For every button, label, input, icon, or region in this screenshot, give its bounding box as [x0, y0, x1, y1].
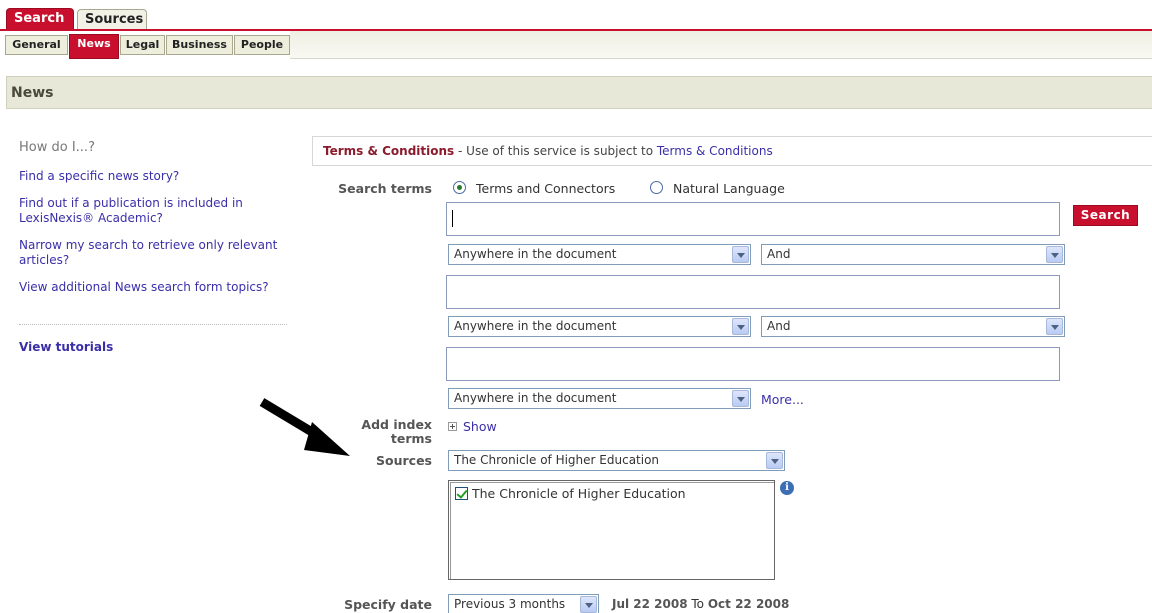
subtab-legal[interactable]: Legal	[120, 35, 165, 55]
show-index-terms-toggle[interactable]: Show	[448, 419, 497, 434]
text-caret	[452, 210, 453, 227]
field-select-1-value: Anywhere in the document	[454, 247, 617, 261]
subtab-news[interactable]: News	[69, 34, 119, 59]
search-button[interactable]: Search	[1073, 205, 1138, 226]
source-checkbox[interactable]	[455, 487, 468, 500]
sources-select[interactable]: The Chronicle of Higher Education	[448, 450, 785, 471]
help-link-publication[interactable]: Find out if a publication is included in…	[19, 196, 281, 226]
terms-link[interactable]: Terms & Conditions	[657, 144, 773, 158]
chevron-down-icon	[1046, 318, 1063, 335]
connector-select-2[interactable]: And	[761, 316, 1065, 337]
terms-text: - Use of this service is subject to	[454, 144, 657, 158]
help-link-find-story[interactable]: Find a specific news story?	[19, 169, 281, 184]
field-select-1[interactable]: Anywhere in the document	[448, 244, 751, 265]
sources-select-value: The Chronicle of Higher Education	[454, 453, 660, 467]
radio-natural-language-label: Natural Language	[673, 181, 785, 196]
pointer-arrow-annotation	[259, 398, 350, 456]
search-input-3[interactable]	[446, 347, 1060, 381]
field-select-3[interactable]: Anywhere in the document	[448, 388, 751, 409]
sub-tab-bar: General News Legal Business People	[0, 31, 1152, 59]
date-range-text: Jul 22 2008 To Oct 22 2008	[612, 597, 789, 611]
top-tab-bar: Search Sources	[0, 0, 1152, 30]
connector-select-1-value: And	[767, 247, 791, 261]
date-range-select-value: Previous 3 months	[454, 597, 566, 611]
chevron-down-icon	[732, 390, 749, 407]
subtab-people[interactable]: People	[234, 35, 290, 55]
date-to: Oct 22 2008	[707, 597, 790, 611]
help-link-more-topics[interactable]: View additional News search form topics?	[19, 280, 281, 295]
radio-terms-connectors[interactable]	[453, 181, 466, 194]
chevron-down-icon	[766, 452, 783, 469]
help-link-narrow-search[interactable]: Narrow my search to retrieve only releva…	[19, 238, 281, 268]
terms-text-line: Terms & Conditions - Use of this service…	[323, 144, 773, 158]
page-title: News	[11, 85, 54, 101]
date-from: Jul 22 2008	[612, 597, 688, 611]
help-heading: How do I...?	[19, 140, 95, 155]
expand-plus-icon	[448, 422, 457, 431]
show-link-label: Show	[463, 419, 497, 434]
chevron-down-icon	[732, 246, 749, 263]
page-header-bar: News	[6, 76, 1152, 109]
radio-terms-connectors-label: Terms and Connectors	[476, 181, 616, 196]
chevron-down-icon	[1046, 246, 1063, 263]
terms-title: Terms & Conditions	[323, 144, 455, 158]
chevron-down-icon	[580, 596, 597, 613]
more-link[interactable]: More...	[761, 392, 804, 407]
field-select-2-value: Anywhere in the document	[454, 319, 617, 333]
connector-select-1[interactable]: And	[761, 244, 1065, 265]
subtab-business[interactable]: Business	[166, 35, 233, 55]
search-input-2[interactable]	[446, 275, 1060, 309]
radio-natural-language[interactable]	[650, 181, 663, 194]
terms-bar: Terms & Conditions - Use of this service…	[312, 136, 1152, 166]
search-input-1[interactable]	[446, 202, 1060, 236]
sources-list[interactable]: The Chronicle of Higher Education	[448, 480, 775, 580]
connector-select-2-value: And	[767, 319, 791, 333]
sub-tab-bar-fill	[290, 31, 1152, 59]
tab-search[interactable]: Search	[6, 8, 74, 30]
chevron-down-icon	[732, 318, 749, 335]
specify-date-label: Specify date	[344, 597, 432, 612]
view-tutorials-link[interactable]: View tutorials	[19, 340, 113, 354]
subtab-general[interactable]: General	[5, 35, 68, 55]
tab-sources[interactable]: Sources	[77, 9, 147, 30]
date-range-select[interactable]: Previous 3 months	[448, 594, 599, 613]
field-select-3-value: Anywhere in the document	[454, 391, 617, 405]
date-to-word: To	[687, 597, 708, 611]
field-select-2[interactable]: Anywhere in the document	[448, 316, 751, 337]
search-terms-label: Search terms	[338, 181, 432, 196]
sidebar-divider	[19, 324, 287, 325]
info-icon[interactable]: i	[780, 481, 794, 495]
source-checkbox-label: The Chronicle of Higher Education	[472, 486, 686, 501]
